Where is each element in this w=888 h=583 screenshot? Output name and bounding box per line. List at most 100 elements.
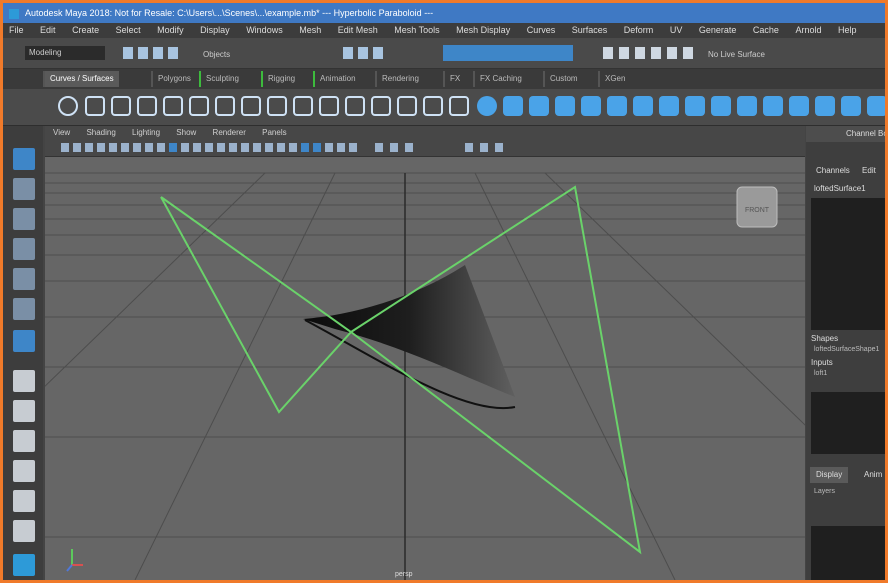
camera-attributes-icon[interactable] [73,143,81,152]
menu-help[interactable]: Help [838,25,857,35]
bezier-curve-tool-icon[interactable] [423,96,443,116]
menu-select[interactable]: Select [116,25,141,35]
backface-culling-icon[interactable] [325,143,333,152]
exposure-icon[interactable] [375,143,383,152]
extra-layout-icon[interactable] [13,554,35,576]
menu-create[interactable]: Create [72,25,99,35]
nurbs-cylinder-icon[interactable] [529,96,549,116]
nurbs-plane-icon[interactable] [581,96,601,116]
nurbs-sphere-icon[interactable] [477,96,497,116]
trim-tool-icon[interactable] [841,96,861,116]
square-surface-icon[interactable] [789,96,809,116]
xray-active-components-icon[interactable] [301,143,309,152]
shelf-tab-rendering[interactable]: Rendering [375,71,424,87]
layout-four-panes-icon[interactable] [13,400,35,422]
paint-select-tool-icon[interactable] [13,208,35,230]
layout-hypershade-icon[interactable] [13,490,35,512]
viewport-menu-panels[interactable]: Panels [262,128,286,137]
nurbs-cube-icon[interactable] [503,96,523,116]
menu-deform[interactable]: Deform [624,25,654,35]
birail-icon[interactable] [737,96,757,116]
attach-curves-icon[interactable] [215,96,235,116]
add-points-tool-icon[interactable] [371,96,391,116]
viewport-menu-lighting[interactable]: Lighting [132,128,160,137]
pencil-curve-tool-icon[interactable] [163,96,183,116]
lasso-tool-icon[interactable] [13,178,35,200]
shelf-tab-rigging[interactable]: Rigging [261,71,300,87]
ep-curve-tool-icon[interactable] [137,96,157,116]
rebuild-curve-icon[interactable] [345,96,365,116]
boundary-icon[interactable] [763,96,783,116]
perspective-viewport[interactable]: FRONT persp [45,157,805,580]
extend-curve-icon[interactable] [293,96,313,116]
isolate-select-icon[interactable] [277,143,285,152]
offset-curve-icon[interactable] [319,96,339,116]
menu-mesh-display[interactable]: Mesh Display [456,25,510,35]
menu-mesh[interactable]: Mesh [299,25,321,35]
layer-tab-anim[interactable]: Anim [858,467,885,483]
input-node-value[interactable]: loft1 [814,370,827,377]
detach-curves-icon[interactable] [241,96,261,116]
xray-icon[interactable] [289,143,297,152]
revolve-icon[interactable] [633,96,653,116]
shelf-tab-animation[interactable]: Animation [313,71,361,87]
rotate-tool-icon[interactable] [13,268,35,290]
viewport-menu-view[interactable]: View [53,128,70,137]
menu-generate[interactable]: Generate [699,25,737,35]
shelf-tab-polygons[interactable]: Polygons [151,71,196,87]
scale-tool-icon[interactable] [13,298,35,320]
cv-curve-tool-icon[interactable] [111,96,131,116]
anti-aliasing-icon[interactable] [253,143,261,152]
shelf-tab-fx-caching[interactable]: FX Caching [473,71,527,87]
viewport-menu-renderer[interactable]: Renderer [213,128,246,137]
menu-file[interactable]: File [9,25,24,35]
menu-arnold[interactable]: Arnold [795,25,821,35]
curve-editing-tool-icon[interactable] [397,96,417,116]
hud-icon[interactable] [337,143,345,152]
select-tool-icon[interactable] [13,148,35,170]
nurbs-cone-icon[interactable] [555,96,575,116]
untrim-icon[interactable] [867,96,885,116]
resolution-gate-icon[interactable] [133,143,141,152]
menu-mesh-tools[interactable]: Mesh Tools [394,25,439,35]
layer-tab-display[interactable]: Display [810,467,849,483]
menu-edit[interactable]: Edit [40,25,56,35]
view-transform-icon[interactable] [405,143,413,152]
menu-uv[interactable]: UV [670,25,683,35]
menu-modify[interactable]: Modify [157,25,184,35]
wireframe-icon[interactable] [169,143,177,152]
layer-editor-menu-layers[interactable]: Layers [814,488,835,495]
layout-persp-graph-icon[interactable] [13,460,35,482]
nurbs-torus-icon[interactable] [607,96,627,116]
field-chart-icon[interactable] [157,143,165,152]
textured-icon[interactable] [193,143,201,152]
panel-layout-icon[interactable] [465,143,473,152]
last-tool-icon[interactable] [13,330,35,352]
grid-toggle-icon[interactable] [109,143,117,152]
xray-joints-icon[interactable] [313,143,321,152]
channel-box-tab-edit[interactable]: Edit [862,166,876,175]
shelf-tab-fx[interactable]: FX [443,71,465,87]
shelf-tab-custom[interactable]: Custom [543,71,583,87]
shadows-icon[interactable] [217,143,225,152]
shelf-tab-sculpting[interactable]: Sculpting [199,71,244,87]
shelf-tab-curves-surfaces[interactable]: Curves / Surfaces [43,71,119,87]
panel-maximize-icon[interactable] [480,143,488,152]
screen-space-ao-icon[interactable] [229,143,237,152]
use-all-lights-icon[interactable] [205,143,213,152]
menu-surfaces[interactable]: Surfaces [572,25,608,35]
shelf-tab-xgen[interactable]: XGen [598,71,630,87]
menu-cache[interactable]: Cache [753,25,779,35]
bookmark-icon[interactable] [85,143,93,152]
shape-node-value[interactable]: loftedSurfaceShape1 [814,346,879,353]
depth-of-field-icon[interactable] [265,143,273,152]
loft-icon[interactable] [659,96,679,116]
layout-single-pane-icon[interactable] [13,370,35,392]
layout-uv-editor-icon[interactable] [13,520,35,542]
image-plane-icon[interactable] [97,143,105,152]
viewport-canvas[interactable]: FRONT [45,157,805,580]
gate-mask-icon[interactable] [145,143,153,152]
panel-settings-icon[interactable] [495,143,503,152]
menu-windows[interactable]: Windows [246,25,283,35]
selected-node-name[interactable]: loftedSurface1 [814,184,866,193]
